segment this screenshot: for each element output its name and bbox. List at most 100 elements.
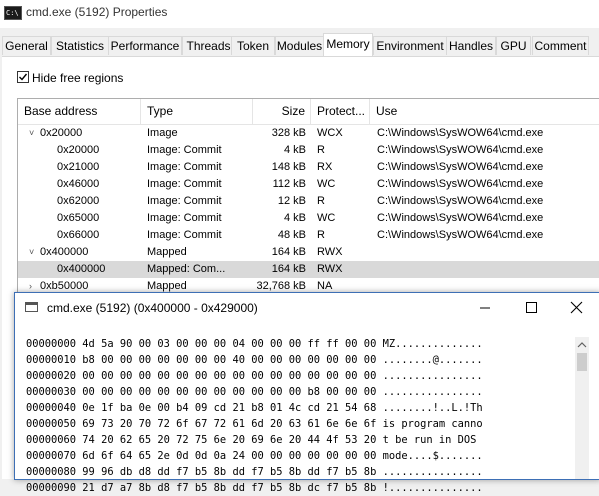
close-icon — [570, 301, 583, 314]
hex-line: 00000090 21 d7 a7 8b d8 f7 b5 8b dd f7 b… — [26, 482, 483, 494]
hex-line: 00000020 00 00 00 00 00 00 00 00 00 00 0… — [26, 370, 483, 382]
protection-cell: WCX — [317, 127, 343, 139]
memory-row[interactable]: 0x62000 Image: Commit 12 kB R C:\Windows\Sys… — [18, 193, 599, 210]
base-address-cell: 0x400000 — [40, 246, 89, 258]
protection-cell: RX — [317, 161, 333, 173]
scroll-up-icon[interactable] — [575, 339, 589, 351]
tab-token[interactable]: Token — [231, 36, 275, 55]
use-cell: C:\Windows\SysWOW64\cmd.exe — [377, 161, 544, 173]
memory-row[interactable]: 0x21000 Image: Commit 148 kB RX C:\Windows\S… — [18, 159, 599, 176]
tab-threads[interactable]: Threads — [182, 36, 235, 55]
memory-row[interactable]: 0x66000 Image: Commit 48 kB R C:\Windows\Sys… — [18, 227, 599, 244]
tab-gpu[interactable]: GPU — [496, 36, 531, 55]
tab-memory[interactable]: Memory — [323, 33, 373, 56]
hex-line: 00000050 69 73 20 70 72 6f 67 72 61 6d 2… — [26, 418, 483, 430]
use-cell: C:\Windows\SysWOW64\cmd.exe — [377, 127, 544, 139]
collapse-icon[interactable]: ˅ — [29, 244, 39, 261]
protection-cell: WC — [317, 178, 336, 190]
tab-modules[interactable]: Modules — [275, 36, 324, 55]
tab-performance[interactable]: Performance — [108, 36, 182, 55]
use-cell: C:\Windows\SysWOW64\cmd.exe — [377, 229, 544, 241]
memory-row[interactable]: 0x20000 Image: Commit 4 kB R C:\Windows\SysW… — [18, 142, 599, 159]
size-cell: 328 kB — [271, 127, 306, 139]
type-cell: Image: Commit — [147, 212, 222, 224]
base-address-cell: 0x20000 — [57, 144, 100, 156]
list-header: Base address Type Size Protect... Use — [18, 99, 599, 125]
base-address-cell: 0x65000 — [57, 212, 100, 224]
base-address-cell: 0x62000 — [57, 195, 100, 207]
size-cell: 4 kB — [283, 144, 306, 156]
cmd-icon: C:\ — [4, 6, 22, 20]
hex-line: 00000070 6d 6f 64 65 2e 0d 0d 0a 24 00 0… — [26, 450, 483, 462]
hex-dump[interactable]: 00000000 4d 5a 90 00 03 00 00 00 04 00 0… — [26, 336, 483, 496]
base-address-cell: 0x20000 — [40, 127, 83, 139]
memory-row[interactable]: 0x65000 Image: Commit 4 kB WC C:\Windows\Sys… — [18, 210, 599, 227]
protection-cell: RWX — [317, 246, 343, 258]
hex-viewer-titlebar: cmd.exe (5192) (0x400000 - 0x429000) — [15, 293, 599, 323]
type-cell: Mapped — [147, 246, 187, 258]
size-cell: 12 kB — [277, 195, 306, 207]
memory-row[interactable]: ˅ 0x20000 Image 328 kB WCX C:\Windows\SysWOW6… — [18, 125, 599, 142]
tab-statistics[interactable]: Statistics — [51, 36, 109, 55]
tab-bar: General Statistics Performance Threads Token… — [0, 33, 599, 57]
size-cell: 112 kB — [272, 178, 306, 190]
window-title: cmd.exe (5192) Properties — [26, 5, 168, 19]
type-cell: Image: Commit — [147, 229, 222, 241]
protection-cell: RWX — [317, 263, 343, 275]
type-cell: Image: Commit — [147, 178, 222, 190]
protection-cell: WC — [317, 212, 336, 224]
use-cell: C:\Windows\SysWOW64\cmd.exe — [377, 212, 544, 224]
column-protection[interactable]: Protect... — [311, 99, 370, 124]
close-button[interactable] — [554, 293, 599, 323]
memory-row[interactable]: ˅ 0x400000 Mapped 164 kB RWX — [18, 244, 599, 261]
size-cell: 4 kB — [283, 212, 306, 224]
memory-row[interactable]: 0x46000 Image: Commit 112 kB WC C:\Windows\S… — [18, 176, 599, 193]
type-cell: Image — [147, 127, 178, 139]
tab-environment[interactable]: Environment — [373, 36, 447, 55]
hex-viewer-title: cmd.exe (5192) (0x400000 - 0x429000) — [47, 301, 258, 315]
hex-line: 00000010 b8 00 00 00 00 00 00 00 40 00 0… — [26, 354, 483, 366]
window-titlebar: C:\ cmd.exe (5192) Properties — [0, 0, 599, 28]
window-icon — [25, 302, 38, 312]
vertical-scrollbar[interactable] — [575, 337, 589, 479]
base-address-cell: 0x46000 — [57, 178, 100, 190]
hex-viewer-window: cmd.exe (5192) (0x400000 - 0x429000) 000… — [14, 292, 599, 494]
minimize-button[interactable] — [462, 293, 508, 323]
collapse-icon[interactable]: ˅ — [29, 125, 39, 142]
use-cell: C:\Windows\SysWOW64\cmd.exe — [377, 195, 544, 207]
base-address-cell: 0x66000 — [57, 229, 100, 241]
protection-cell: R — [317, 229, 325, 241]
base-address-cell: 0x400000 — [57, 263, 106, 275]
hex-line: 00000060 74 20 62 65 20 72 75 6e 20 69 6… — [26, 434, 483, 446]
hide-free-regions-checkbox[interactable] — [17, 71, 29, 83]
hex-line: 00000030 00 00 00 00 00 00 00 00 00 00 0… — [26, 386, 483, 398]
tab-comment[interactable]: Comment — [532, 36, 589, 55]
hex-line: 00000040 0e 1f ba 0e 00 b4 09 cd 21 b8 0… — [26, 402, 483, 414]
maximize-button[interactable] — [508, 293, 554, 323]
scrollbar-thumb[interactable] — [577, 353, 587, 371]
type-cell: Image: Commit — [147, 195, 222, 207]
protection-cell: R — [317, 144, 325, 156]
size-cell: 164 kB — [271, 246, 306, 258]
column-size[interactable]: Size — [253, 99, 311, 124]
protection-cell: R — [317, 195, 325, 207]
use-cell: C:\Windows\SysWOW64\cmd.exe — [377, 178, 544, 190]
column-use[interactable]: Use — [370, 99, 599, 124]
column-type[interactable]: Type — [141, 99, 253, 124]
use-cell: C:\Windows\SysWOW64\cmd.exe — [377, 144, 544, 156]
column-base-address[interactable]: Base address — [18, 99, 141, 124]
type-cell: Mapped: Com... — [147, 263, 226, 275]
hide-free-regions-label[interactable]: Hide free regions — [32, 71, 123, 85]
size-cell: 48 kB — [277, 229, 306, 241]
type-cell: Image: Commit — [147, 144, 222, 156]
tab-handles[interactable]: Handles — [446, 36, 496, 55]
size-cell: 148 kB — [271, 161, 306, 173]
minimize-icon — [480, 307, 490, 309]
type-cell: Image: Commit — [147, 161, 222, 173]
base-address-cell: 0x21000 — [57, 161, 100, 173]
tab-general[interactable]: General — [2, 36, 51, 55]
size-cell: 164 kB — [271, 263, 306, 275]
maximize-icon — [526, 302, 537, 313]
hex-line: 00000000 4d 5a 90 00 03 00 00 00 04 00 0… — [26, 338, 483, 350]
memory-row[interactable]: 0x400000 Mapped: Com... 164 kB RWX — [18, 261, 599, 278]
